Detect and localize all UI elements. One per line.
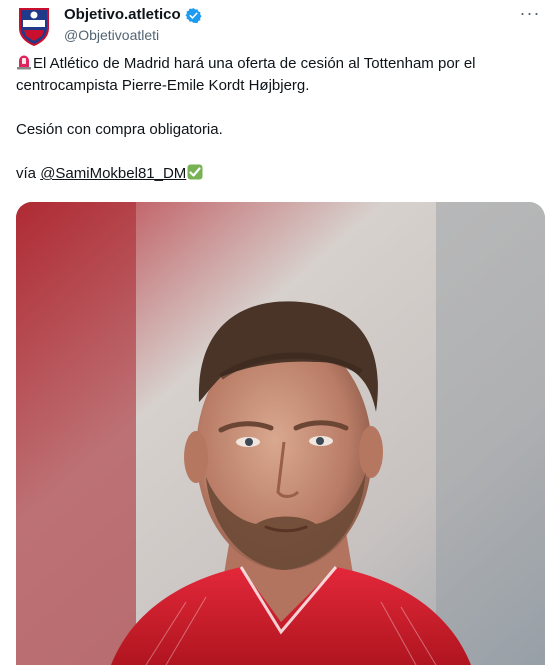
tweet-card: Objetivo.atletico @Objetivoatleti ··· El… [0,0,557,665]
tweet-paragraph-3: vía @SamiMokbel81_DM [16,163,541,185]
player-portrait-photo[interactable] [16,202,545,665]
via-prefix: vía [16,165,41,182]
tweet-header: Objetivo.atletico @Objetivoatleti ··· [16,3,541,47]
mention-link[interactable]: @SamiMokbel81_DM [40,165,186,182]
handle[interactable]: @Objetivoatleti [64,26,202,44]
tweet-paragraph-2: Cesión con compra obligatoria. [16,121,223,138]
police-light-emoji [17,55,31,70]
tweet-text: El Atlético de Madrid hará una oferta de… [16,53,541,185]
avatar[interactable] [16,6,52,47]
author-names: Objetivo.atletico @Objetivoatleti [64,6,202,44]
tweet-line-1: El Atlético de Madrid hará una oferta de… [16,55,476,94]
more-options-icon[interactable]: ··· [519,2,541,24]
display-name-row: Objetivo.atletico [64,6,202,24]
display-name[interactable]: Objetivo.atletico [64,6,181,24]
verified-badge-icon [185,7,202,23]
check-mark-button-emoji [187,164,203,180]
tweet-paragraph-1: El Atlético de Madrid hará una oferta de… [16,53,541,97]
